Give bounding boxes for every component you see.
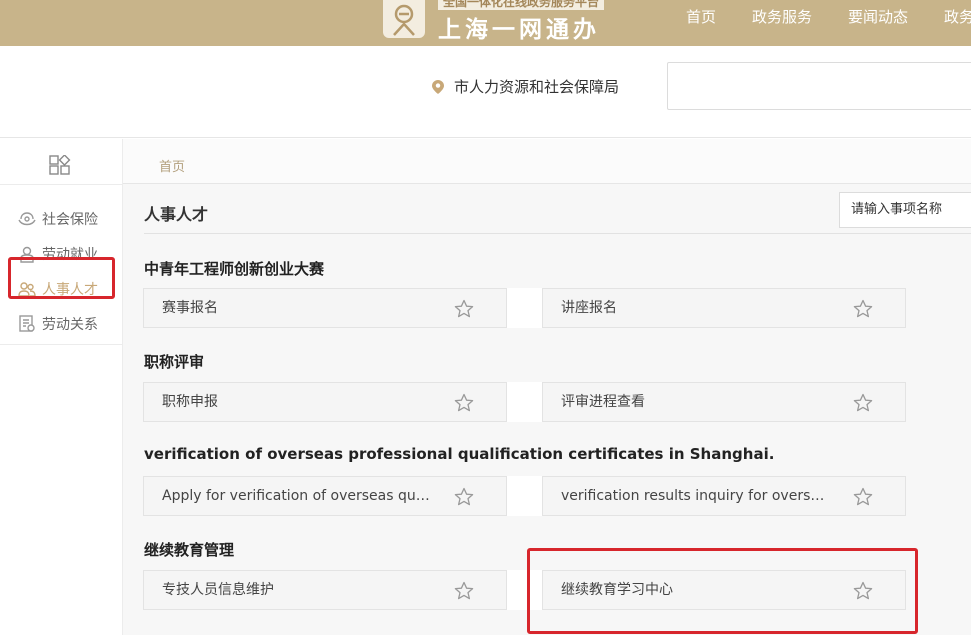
- service-item[interactable]: verification results inquiry for oversea…: [542, 476, 906, 516]
- logo-subtitle: 全国一体化在线政务服务平台: [438, 0, 605, 10]
- sidebar-item-label: 人事人才: [42, 281, 98, 298]
- worker-icon: [20, 246, 34, 263]
- sidebar-item-label: 劳动就业: [42, 246, 98, 263]
- section-title: 中青年工程师创新创业大赛: [144, 260, 325, 278]
- nav-gov-info[interactable]: 政务: [944, 0, 971, 46]
- service-item-label: 职称申报: [162, 394, 218, 410]
- service-item-label: verification results inquiry for oversea…: [561, 488, 831, 504]
- umbrella-hands-icon: [18, 211, 36, 225]
- logo-icon[interactable]: [383, 0, 425, 38]
- service-item[interactable]: 专技人员信息维护: [143, 570, 507, 610]
- people-icon: [18, 281, 36, 297]
- logo-title[interactable]: 上海一网通办: [438, 10, 600, 44]
- service-item[interactable]: 讲座报名: [542, 288, 906, 328]
- location-label: 市人力资源和社会保障局: [454, 78, 620, 96]
- nav-news[interactable]: 要闻动态: [848, 0, 908, 46]
- nav-home[interactable]: 首页: [686, 0, 716, 46]
- grid-menu-icon[interactable]: [49, 154, 71, 181]
- top-header: 全国一体化在线政务服务平台 上海一网通办 首页 政务服务 要闻动态 政务: [0, 0, 971, 46]
- star-icon[interactable]: [454, 487, 474, 507]
- service-item[interactable]: 职称申报: [143, 382, 507, 422]
- sidebar-item-label: 劳动关系: [42, 316, 98, 333]
- service-item-label: 评审进程查看: [561, 394, 645, 410]
- section-title: 继续教育管理: [144, 541, 235, 559]
- sidebar: 社会保险 劳动就业 人事人才 劳动关系: [0, 139, 123, 635]
- sidebar-item-social-insurance[interactable]: 社会保险: [0, 201, 122, 236]
- spacer: [507, 288, 543, 328]
- spacer: [507, 382, 543, 422]
- star-icon[interactable]: [853, 487, 873, 507]
- main-nav: 首页 政务服务 要闻动态 政务: [686, 0, 971, 46]
- main-content: 首页 人事人才 请输入事项名称 中青年工程师创新创业大赛 赛事报名 讲座报名 职…: [123, 139, 971, 635]
- star-icon[interactable]: [853, 299, 873, 319]
- breadcrumb-home[interactable]: 首页: [159, 156, 185, 175]
- location-selector[interactable]: 市人力资源和社会保障局: [432, 76, 619, 97]
- sidebar-list: 社会保险 劳动就业 人事人才 劳动关系: [0, 184, 122, 341]
- service-item-label: 专技人员信息维护: [162, 582, 274, 598]
- service-item[interactable]: 赛事报名: [143, 288, 507, 328]
- location-pin-icon: [432, 79, 444, 94]
- service-item-label: 赛事报名: [162, 300, 218, 316]
- star-icon[interactable]: [853, 581, 873, 601]
- service-item-label: 讲座报名: [561, 300, 617, 316]
- star-icon[interactable]: [454, 299, 474, 319]
- spacer: [507, 476, 543, 516]
- document-icon: [19, 314, 35, 332]
- service-item[interactable]: 评审进程查看: [542, 382, 906, 422]
- star-icon[interactable]: [454, 581, 474, 601]
- divider: [144, 233, 971, 234]
- section-title: verification of overseas professional qu…: [144, 445, 775, 463]
- location-bar: 市人力资源和社会保障局: [0, 46, 971, 138]
- sidebar-item-employment[interactable]: 劳动就业: [0, 236, 122, 271]
- nav-gov-services[interactable]: 政务服务: [752, 0, 812, 46]
- service-item-label: 继续教育学习中心: [561, 582, 673, 598]
- item-search-input[interactable]: 请输入事项名称: [839, 192, 971, 228]
- service-item[interactable]: Apply for verification of overseas quali…: [143, 476, 507, 516]
- site-search-input[interactable]: [667, 62, 971, 110]
- category-title: 人事人才: [144, 205, 209, 224]
- service-item[interactable]: 继续教育学习中心: [542, 570, 906, 610]
- breadcrumb: 首页: [123, 139, 971, 184]
- sidebar-item-personnel-talent[interactable]: 人事人才: [0, 271, 122, 306]
- star-icon[interactable]: [853, 393, 873, 413]
- spacer: [507, 570, 543, 610]
- sidebar-item-label: 社会保险: [42, 211, 98, 228]
- star-icon[interactable]: [454, 393, 474, 413]
- service-item-label: Apply for verification of overseas quali…: [162, 488, 432, 504]
- section-title: 职称评审: [144, 353, 205, 371]
- sidebar-divider: [0, 344, 122, 345]
- sidebar-item-labor-relations[interactable]: 劳动关系: [0, 306, 122, 341]
